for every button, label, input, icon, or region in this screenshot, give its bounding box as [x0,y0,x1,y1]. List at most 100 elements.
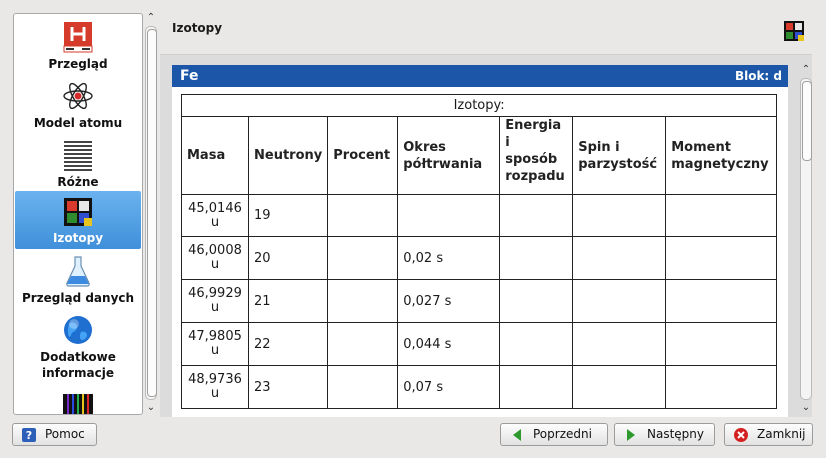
sidebar-item-label: Model atomu [33,116,123,130]
table-caption: Izotopy: [180,94,778,117]
next-button[interactable]: Następny [614,423,715,446]
table-row: 46,0008 u 20 0,02 s [181,236,778,280]
cell-spin [572,322,667,366]
sidebar-scrollbar[interactable]: ⌃ ⌄ [145,12,157,414]
sidebar-item-model-atomu[interactable]: Model atomu [15,79,141,135]
sidebar-item-rozne[interactable]: Różne [15,138,141,194]
content-scrollbar[interactable]: ⌃ ⌄ [800,64,812,416]
cell-halflife: 0,044 s [397,322,501,366]
cell-halflife: 0,02 s [397,236,501,280]
cell-mass: 48,9736 u [181,365,249,409]
sidebar-item-przeglad-danych[interactable]: Przegląd danych [15,254,141,310]
col-neutrons: Neutrony [247,116,329,195]
cell-energy [499,322,574,366]
cell-percent [327,365,399,409]
cell-energy [499,194,574,237]
table-row: 46,9929 u 21 0,027 s [181,279,778,323]
col-halflife: Okres półtrwania [397,116,501,195]
cell-spin [572,365,667,409]
cell-moment [665,279,778,323]
close-button[interactable]: Zamknij [724,423,813,446]
col-energy: Energia i sposób rozpadu [499,116,574,195]
page-title: Izotopy [172,21,223,35]
cell-spin [572,194,667,237]
close-button-label: Zamknij [757,427,806,441]
sidebar-item-label: Izotopy [52,231,104,245]
isotopes-table: Izotopy: Masa Neutrony Procent Okres półt… [180,94,778,409]
table-row: 48,9736 u 23 0,07 s [181,365,778,409]
scroll-down-arrow-icon[interactable]: ⌄ [145,402,157,414]
help-button[interactable]: ? Pomoc [12,423,97,446]
sidebar-item-label: Różne [57,175,99,189]
panel-header: Fe Blok: d [172,65,788,87]
hydrogen-symbol-icon [63,22,93,53]
sidebar: Przegląd Model atomu Różne Izotopy Przeg… [13,13,143,415]
cell-spin [572,279,667,323]
sidebar-item-przeglad[interactable]: Przegląd [15,20,141,76]
element-symbol: Fe [180,68,199,84]
col-mass: Masa [181,116,249,195]
sidebar-scroll-track[interactable] [145,26,157,400]
cell-percent [327,279,399,323]
scroll-up-arrow-icon[interactable]: ⌃ [145,12,157,24]
cell-neutrons: 23 [247,365,329,409]
cell-neutrons: 19 [247,194,329,237]
sidebar-scroll-thumb[interactable] [147,29,157,397]
col-spin: Spin i parzystość [572,116,667,195]
cell-halflife [397,194,501,237]
sidebar-item-label: Przegląd danych [21,291,135,305]
cell-mass: 45,0146 u [181,194,249,237]
help-icon: ? [22,428,36,442]
element-block: Blok: d [734,69,782,83]
cell-energy [499,236,574,280]
content-scroll-thumb[interactable] [802,81,812,161]
close-icon [734,428,748,442]
svg-text:?: ? [26,429,32,442]
table-row: 47,9805 u 22 0,044 s [181,322,778,366]
misc-lines-icon [64,141,92,171]
cell-percent [327,236,399,280]
cell-halflife: 0,027 s [397,279,501,323]
sidebar-item-label: Dodatkowe [40,350,116,364]
cell-neutrons: 21 [247,279,329,323]
cell-spin [572,236,667,280]
arrow-right-icon [627,429,635,441]
sidebar-item-spectrum[interactable] [15,394,141,414]
sidebar-item-label: Przegląd [48,57,108,71]
sidebar-item-dodatkowe-informacje[interactable]: Dodatkowe informacje [15,313,141,385]
sidebar-item-izotopy[interactable]: Izotopy [15,191,141,249]
table-header-row: Masa Neutrony Procent Okres półtrwania En… [181,116,778,195]
cell-moment [665,194,778,237]
cell-mass: 46,9929 u [181,279,249,323]
col-percent: Procent [327,116,399,195]
globe-icon [64,316,92,344]
help-button-label: Pomoc [45,427,85,441]
cell-moment [665,365,778,409]
cell-energy [499,279,574,323]
cell-mass: 47,9805 u [181,322,249,366]
isotopes-grid-icon [784,21,804,41]
table-row: 45,0146 u 19 [181,194,778,237]
isotopes-grid-icon [64,198,92,226]
scroll-up-arrow-icon[interactable]: ⌃ [800,64,812,76]
next-button-label: Następny [647,427,704,441]
previous-button-label: Poprzedni [533,427,592,441]
cell-halflife: 0,07 s [397,365,501,409]
cell-energy [499,365,574,409]
cell-neutrons: 22 [247,322,329,366]
arrow-left-icon [513,429,521,441]
atom-model-icon [63,82,93,110]
cell-percent [327,194,399,237]
cell-percent [327,322,399,366]
scroll-down-arrow-icon[interactable]: ⌄ [800,402,812,414]
cell-mass: 46,0008 u [181,236,249,280]
col-moment: Moment magnetyczny [665,116,778,195]
element-panel: Fe Blok: d Izotopy: Masa Neutrony Procen… [172,65,788,417]
content-scroll-track[interactable] [800,78,812,400]
cell-moment [665,236,778,280]
spectrum-icon [63,394,93,414]
cell-neutrons: 20 [247,236,329,280]
cell-moment [665,322,778,366]
sidebar-item-label-line2: informacje [41,366,114,380]
previous-button[interactable]: Poprzedni [500,423,608,446]
